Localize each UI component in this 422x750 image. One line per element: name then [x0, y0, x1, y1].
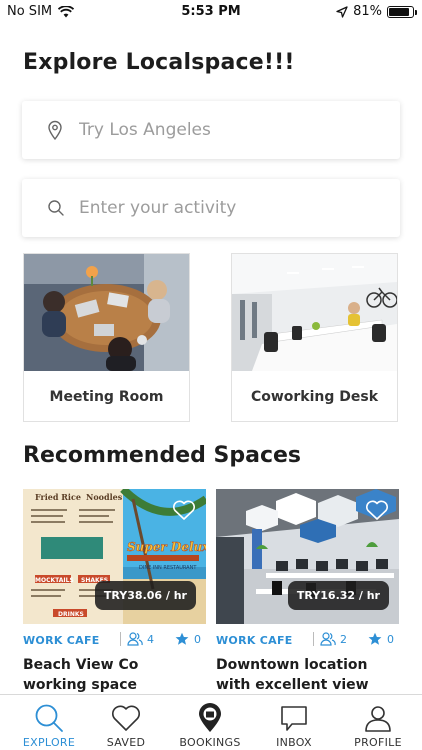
rating: 0 — [368, 632, 394, 646]
menu-left-heading: Fried Rice — [35, 492, 81, 502]
space-photo: Fried Rice Noodles MOCKTAILS SHAKES DRIN… — [23, 489, 206, 624]
tab-profile[interactable]: PROFILE — [336, 695, 420, 750]
location-pin-icon — [48, 120, 62, 140]
capacity: 2 — [313, 632, 347, 646]
heart-icon — [112, 705, 140, 731]
rating-count: 0 — [194, 632, 201, 646]
battery-icon — [387, 5, 417, 18]
space-photo: TRY16.32 / hr — [216, 489, 399, 624]
bookings-pin-icon — [199, 703, 221, 732]
people-icon — [320, 632, 336, 646]
activity-input[interactable] — [79, 198, 390, 218]
location-input[interactable] — [79, 120, 390, 140]
tab-explore[interactable]: EXPLORE — [7, 695, 91, 750]
category-label: Meeting Room — [49, 388, 164, 405]
battery-percent: 81% — [353, 4, 382, 19]
space-type: WORK CAFE — [23, 634, 100, 647]
tab-label: PROFILE — [354, 736, 402, 749]
category-label: Coworking Desk — [250, 388, 379, 405]
chat-bubble-icon — [281, 706, 307, 731]
space-title[interactable]: Downtown location with excellent view — [216, 655, 399, 695]
capacity-count: 2 — [340, 632, 347, 646]
star-icon — [175, 632, 189, 645]
status-bar: No SIM 5:53 PM 81% — [0, 0, 422, 24]
activity-search-box[interactable] — [22, 179, 400, 237]
menu-right-heading: Noodles — [86, 492, 123, 502]
rating: 0 — [175, 632, 201, 646]
price-tag: TRY38.06 / hr — [94, 581, 196, 610]
tab-inbox[interactable]: INBOX — [252, 695, 336, 750]
location-arrow-icon — [336, 5, 348, 18]
battery-fill — [389, 7, 410, 16]
location-search-box[interactable] — [22, 101, 400, 159]
menu-section-mocktails: MOCKTAILS — [35, 577, 74, 584]
space-card[interactable]: TRY16.32 / hr WORK CAFE 2 0 Downtown loc… — [216, 489, 399, 693]
meeting-room-photo — [24, 254, 189, 371]
capacity-count: 4 — [147, 632, 154, 646]
menu-section-drinks: DRINKS — [58, 611, 84, 618]
search-icon — [48, 200, 64, 216]
tab-saved[interactable]: SAVED — [84, 695, 168, 750]
menu-brand: Super Deluxe — [127, 540, 206, 554]
search-icon — [35, 704, 63, 732]
category-coworking-desk[interactable]: Coworking Desk — [231, 253, 398, 422]
people-icon — [127, 632, 143, 646]
tab-bookings[interactable]: BOOKINGS — [168, 695, 252, 750]
favorite-heart-icon[interactable] — [365, 499, 389, 521]
star-icon — [368, 632, 382, 645]
tab-label: SAVED — [106, 736, 146, 749]
space-card[interactable]: Fried Rice Noodles MOCKTAILS SHAKES DRIN… — [23, 489, 206, 693]
category-meeting-room[interactable]: Meeting Room — [23, 253, 190, 422]
rating-count: 0 — [387, 632, 394, 646]
status-right: 81% — [336, 4, 417, 19]
tab-label: BOOKINGS — [179, 736, 241, 749]
space-meta: WORK CAFE 4 0 — [23, 632, 206, 650]
price-tag: TRY16.32 / hr — [287, 581, 389, 610]
profile-icon — [365, 706, 391, 732]
tab-label: INBOX — [276, 736, 312, 749]
favorite-heart-icon[interactable] — [172, 499, 196, 521]
page-title: Explore Localspace!!! — [23, 50, 295, 75]
tab-label: EXPLORE — [22, 736, 76, 749]
space-title[interactable]: Beach View Co working space — [23, 655, 206, 695]
section-title: Recommended Spaces — [23, 443, 302, 468]
menu-tagline: DINE INN RESTAURANT — [139, 565, 197, 571]
coworking-desk-photo — [232, 254, 397, 371]
capacity: 4 — [120, 632, 154, 646]
space-meta: WORK CAFE 2 0 — [216, 632, 399, 650]
bottom-tab-bar: EXPLORE SAVED BOOKINGS INBOX PROFILE — [0, 694, 422, 750]
space-type: WORK CAFE — [216, 634, 293, 647]
